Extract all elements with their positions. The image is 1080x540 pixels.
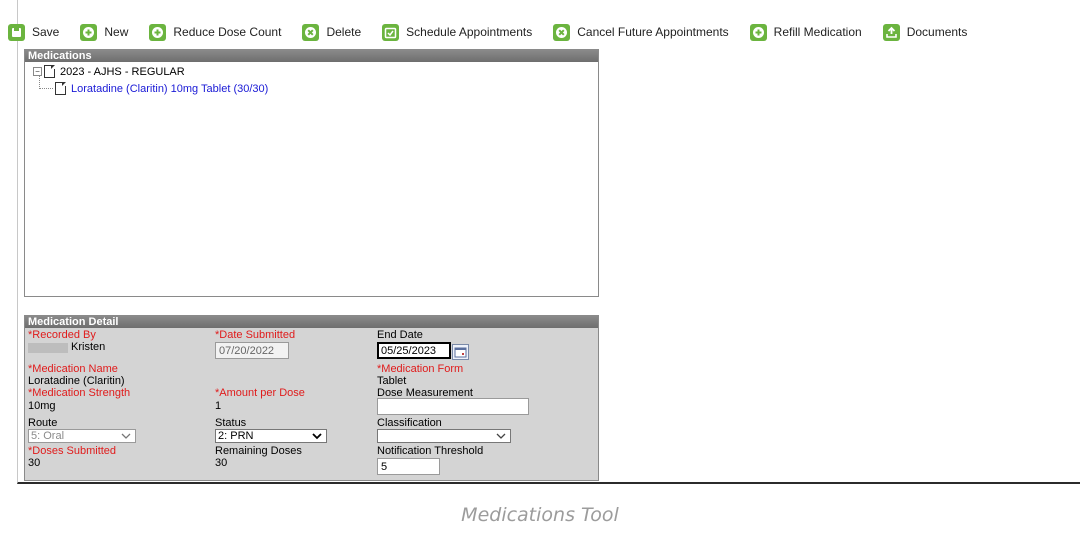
plus-circle-icon: [749, 23, 767, 41]
reduce-dose-count-button[interactable]: Reduce Dose Count: [149, 23, 282, 41]
notification-threshold-label: Notification Threshold: [377, 445, 484, 457]
delete-button[interactable]: Delete: [302, 23, 362, 41]
medication-detail-panel: Medication Detail *Recorded By Kristen *…: [24, 315, 599, 481]
classification-label: Classification: [377, 417, 442, 429]
route-select[interactable]: 5: Oral: [28, 429, 136, 443]
medications-tree-panel: Medications − 2023 - AJHS - REGULAR Lora…: [24, 49, 599, 297]
date-submitted-label: *Date Submitted: [215, 329, 296, 341]
folder-document-icon: [44, 65, 55, 78]
tree-root-label: 2023 - AJHS - REGULAR: [60, 65, 185, 78]
refill-medication-label: Refill Medication: [773, 25, 862, 39]
save-label: Save: [32, 25, 60, 39]
chevron-down-icon: [121, 433, 131, 439]
amount-per-dose-label: *Amount per Dose: [215, 387, 305, 399]
medication-name-value: Loratadine (Claritin): [28, 375, 125, 387]
doses-submitted-value: 30: [28, 457, 41, 469]
document-icon: [55, 82, 66, 95]
refill-medication-button[interactable]: Refill Medication: [749, 23, 862, 41]
medication-strength-value: 10mg: [28, 400, 56, 412]
reduce-dose-count-label: Reduce Dose Count: [173, 25, 282, 39]
calendar-icon[interactable]: [452, 344, 469, 360]
doses-submitted-label: *Doses Submitted: [28, 445, 117, 457]
medication-detail-header: Medication Detail: [25, 316, 598, 328]
upload-icon: [882, 23, 900, 41]
new-label: New: [104, 25, 129, 39]
x-circle-icon: [553, 23, 571, 41]
delete-label: Delete: [326, 25, 362, 39]
route-label: Route: [28, 417, 58, 429]
classification-select[interactable]: [377, 429, 511, 443]
medication-name-label: *Medication Name: [28, 363, 118, 375]
new-button[interactable]: New: [80, 23, 129, 41]
cancel-future-appointments-label: Cancel Future Appointments: [577, 25, 729, 39]
documents-button[interactable]: Documents: [882, 23, 968, 41]
route-select-value: 5: Oral: [31, 430, 65, 442]
end-date-field[interactable]: [377, 342, 451, 359]
documents-label: Documents: [906, 25, 968, 39]
plus-circle-icon: [80, 23, 98, 41]
end-date-label: End Date: [377, 329, 423, 341]
cancel-future-appointments-button[interactable]: Cancel Future Appointments: [553, 23, 729, 41]
amount-per-dose-value: 1: [215, 400, 222, 412]
calendar-check-icon: [382, 23, 400, 41]
recorded-by-label: *Recorded By: [28, 329, 96, 341]
remaining-doses-label: Remaining Doses: [215, 445, 302, 457]
chevron-down-icon: [312, 433, 322, 440]
save-button[interactable]: Save: [8, 23, 60, 41]
collapse-icon[interactable]: −: [33, 67, 42, 76]
dose-measurement-field[interactable]: [377, 398, 529, 415]
tree-node-root[interactable]: − 2023 - AJHS - REGULAR: [33, 65, 185, 78]
recorded-by-value: Kristen: [71, 341, 106, 353]
toolbar: Save New Reduce Dose Count Delete Schedu…: [8, 21, 967, 43]
medication-link[interactable]: Loratadine (Claritin) 10mg Tablet (30/30…: [71, 83, 268, 95]
schedule-appointments-label: Schedule Appointments: [406, 25, 533, 39]
status-label: Status: [215, 417, 247, 429]
medication-form-label: *Medication Form: [377, 363, 464, 375]
remaining-doses-value: 30: [215, 457, 228, 469]
chevron-down-icon: [496, 433, 506, 439]
x-circle-icon: [302, 23, 320, 41]
recorded-by-redacted: [28, 343, 68, 353]
schedule-appointments-button[interactable]: Schedule Appointments: [382, 23, 533, 41]
status-select[interactable]: 2: PRN: [215, 429, 327, 443]
medication-strength-label: *Medication Strength: [28, 387, 131, 399]
save-icon: [8, 23, 25, 41]
plus-circle-icon: [149, 23, 167, 41]
figure-caption: Medications Tool: [461, 504, 619, 526]
status-select-value: 2: PRN: [218, 430, 254, 442]
medication-form-value: Tablet: [377, 375, 407, 387]
medications-panel-header: Medications: [25, 50, 598, 62]
tree-node-medication[interactable]: Loratadine (Claritin) 10mg Tablet (30/30…: [55, 82, 268, 95]
date-submitted-field[interactable]: [215, 342, 289, 359]
notification-threshold-field[interactable]: [377, 458, 440, 475]
